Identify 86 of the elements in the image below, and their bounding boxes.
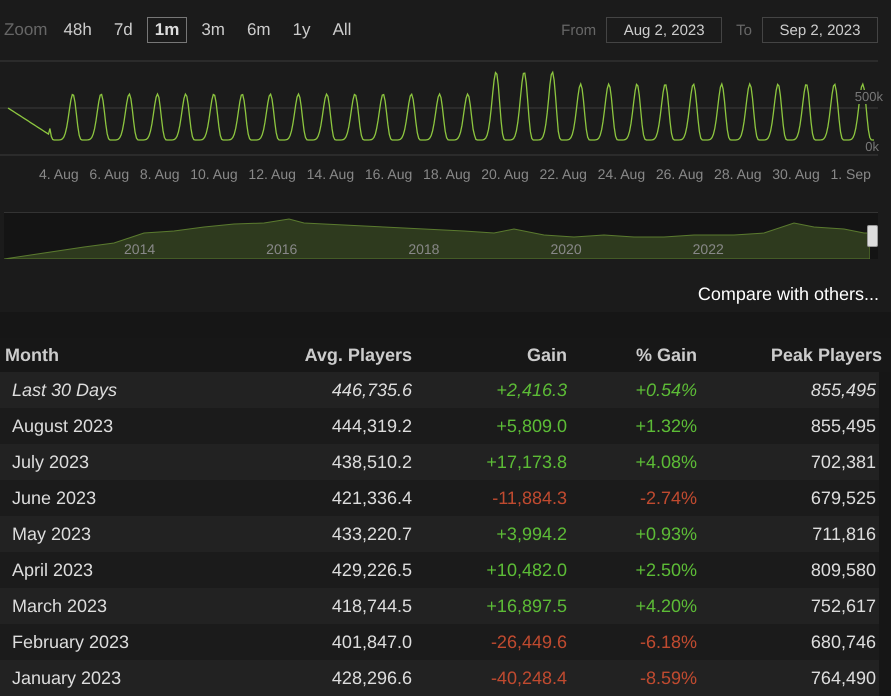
axis-label: 500k [852, 90, 885, 104]
table-cell-text: January 2023 [11, 668, 122, 688]
table-cell-text: +0.93% [634, 524, 697, 544]
table-cell-text: +5,809.0 [495, 416, 567, 436]
axis-label: 2014 [124, 241, 156, 257]
table-cell-text: February 2023 [11, 632, 130, 652]
table-cell-text: August 2023 [11, 416, 114, 436]
axis-label: 18. Aug [423, 166, 471, 184]
to-label: To [736, 22, 752, 38]
axis-label: 22. Aug [539, 166, 587, 184]
axis-label: 6. Aug [89, 166, 130, 184]
table-cell-text: 752,617 [810, 596, 877, 616]
table-cell-text: 711,816 [811, 524, 877, 544]
axis-label: 2016 [266, 241, 298, 257]
table-cell-text: 428,296.6 [330, 668, 412, 688]
table-cell-text: -40,248.4 [490, 668, 567, 688]
table-cell-text: July 2023 [11, 452, 90, 472]
column-header: Month [4, 344, 60, 366]
table-cell-text: April 2023 [11, 560, 94, 580]
zoom-button[interactable]: 3m [193, 17, 233, 43]
axis-label: 14. Aug [306, 166, 354, 184]
axis-label: 24. Aug [598, 166, 646, 184]
table-cell-text: 855,495 [810, 380, 877, 400]
table-cell-text: +3,994.2 [495, 524, 567, 544]
table-cell-text: 855,495 [810, 416, 877, 436]
table-cell-text: -26,449.6 [490, 632, 567, 652]
table-cell-text: 809,580 [810, 560, 877, 580]
from-date-field[interactable]: Aug 2, 2023 [606, 17, 722, 43]
column-header: Gain [526, 344, 567, 366]
axis-label: 0k [865, 139, 879, 154]
from-label: From [561, 22, 596, 38]
axis-label: 8. Aug [140, 166, 180, 184]
table-cell-text: +10,482.0 [485, 560, 567, 580]
axis-label: 28. Aug [714, 166, 762, 184]
zoom-label: Zoom [4, 20, 48, 40]
table-cell-text: 421,336.4 [330, 488, 412, 508]
table-cell-text: 702,381 [810, 452, 877, 472]
zoom-button[interactable]: 1y [284, 17, 319, 43]
axis-label: 4. Aug [39, 166, 79, 184]
zoom-button[interactable]: All [324, 17, 360, 43]
table-cell-text: 438,510.2 [330, 452, 412, 472]
column-header: Peak Players [770, 344, 882, 366]
table-cell-text: -2.74% [638, 488, 697, 508]
axis-label: 2022 [692, 241, 724, 257]
table-cell-text: +2,416.3 [495, 380, 567, 400]
table-cell-text: May 2023 [11, 524, 92, 544]
table-cell-text: Last 30 Days [11, 380, 118, 400]
zoom-button[interactable]: 48h [55, 17, 100, 43]
table-cell-text: 401,847.0 [330, 632, 412, 652]
axis-label: 10. Aug [190, 166, 238, 184]
table-cell-text: -8.59% [638, 668, 697, 688]
table-cell-text: 429,226.5 [330, 560, 412, 580]
zoom-button[interactable]: 1m [146, 17, 188, 43]
table-cell-text: 433,220.7 [330, 524, 412, 544]
table-cell-text: +17,173.8 [485, 452, 567, 472]
table-cell-text: +4.08% [634, 452, 697, 472]
axis-label: 16. Aug [364, 166, 412, 184]
table-cell-text: +1.32% [634, 416, 697, 436]
axis-label: 12. Aug [248, 166, 296, 184]
table-cell-text: March 2023 [11, 596, 108, 616]
table-cell-text: 446,735.6 [330, 380, 412, 400]
compare-link[interactable]: Compare with others... [698, 284, 879, 312]
to-date-field[interactable]: Sep 2, 2023 [762, 17, 878, 43]
axis-label: 1. Sep [830, 166, 871, 184]
table-cell-text: 764,490 [810, 668, 877, 688]
table-cell-text: June 2023 [11, 488, 98, 508]
axis-label: 26. Aug [656, 166, 704, 184]
zoom-button[interactable]: 6m [238, 17, 279, 43]
axis-label: 30. Aug [772, 166, 820, 184]
axis-label: 2018 [408, 241, 440, 257]
table-cell-text: +0.54% [634, 380, 697, 400]
table-cell-text: 418,744.5 [330, 596, 412, 616]
table-cell-text: 680,746 [810, 632, 877, 652]
zoom-button[interactable]: 7d [106, 17, 141, 43]
table-cell-text: -6.18% [638, 632, 697, 652]
table-cell-text: -11,884.3 [491, 488, 567, 508]
column-header: Avg. Players [304, 344, 412, 366]
column-header: % Gain [634, 344, 697, 366]
table-cell-text: +16,897.5 [485, 596, 567, 616]
axis-label: 2020 [550, 241, 582, 257]
table-cell-text: 679,525 [810, 488, 877, 508]
range-handle[interactable] [867, 225, 878, 247]
table-cell-text: +4.20% [634, 596, 697, 616]
table-cell-text: 444,319.2 [330, 416, 412, 436]
axis-label: 20. Aug [481, 166, 529, 184]
table-cell-text: +2.50% [634, 560, 697, 580]
